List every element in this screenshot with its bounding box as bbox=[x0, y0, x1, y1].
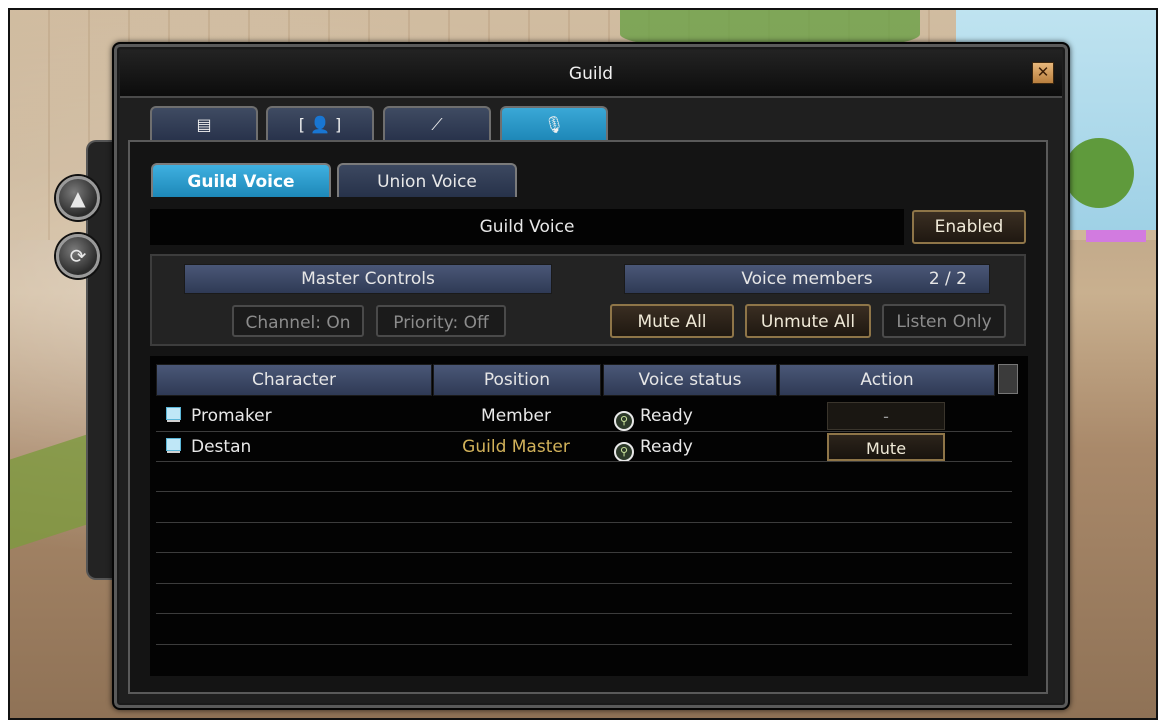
character-name: Promaker bbox=[191, 406, 272, 426]
action-button[interactable]: - bbox=[827, 402, 945, 430]
voice-status: ⚲ Ready bbox=[614, 401, 693, 431]
voice-members-count: 2 / 2 bbox=[928, 269, 967, 289]
background-flowers bbox=[1086, 230, 1146, 242]
guild-info-icon: ▤ bbox=[196, 115, 212, 134]
row-divider bbox=[156, 491, 1012, 492]
voice-channel-label: Guild Voice bbox=[479, 217, 575, 237]
tab-members[interactable]: [ 👤 ] bbox=[266, 106, 374, 142]
unmute-all-button[interactable]: Unmute All bbox=[745, 304, 871, 338]
close-icon[interactable]: ✕ bbox=[1032, 62, 1054, 84]
voice-channel-bar: Guild Voice bbox=[150, 209, 904, 245]
microphone-icon: ⚲ bbox=[614, 411, 634, 431]
tab-guild-voice[interactable]: Guild Voice bbox=[151, 163, 331, 197]
mute-button[interactable]: Mute bbox=[827, 433, 945, 461]
member-list-icon: [ 👤 ] bbox=[298, 115, 342, 134]
battle-icon: ⟋ bbox=[431, 115, 443, 134]
enabled-button[interactable]: Enabled bbox=[912, 210, 1026, 244]
window-title: Guild bbox=[568, 64, 614, 84]
scrollbar[interactable] bbox=[998, 364, 1018, 394]
arrow-up-icon[interactable]: ▲ bbox=[56, 176, 100, 220]
refresh-icon[interactable]: ⟳ bbox=[56, 234, 100, 278]
tab-battle[interactable]: ⟋ bbox=[383, 106, 491, 142]
column-header-position[interactable]: Position bbox=[433, 364, 601, 396]
row-divider bbox=[156, 522, 1012, 523]
voice-members-header: Voice members 2 / 2 bbox=[624, 264, 990, 294]
column-header-action[interactable]: Action bbox=[779, 364, 995, 396]
mute-all-button[interactable]: Mute All bbox=[610, 304, 734, 338]
row-divider bbox=[156, 613, 1012, 614]
computer-icon bbox=[166, 438, 181, 451]
tab-voice[interactable]: 🎙 bbox=[500, 106, 608, 142]
microphone-icon: 🎙 bbox=[543, 115, 565, 134]
row-divider bbox=[156, 552, 1012, 553]
master-controls-header: Master Controls bbox=[184, 264, 552, 294]
table-row[interactable]: Destan bbox=[166, 432, 251, 462]
microphone-icon: ⚲ bbox=[614, 442, 634, 462]
tab-union-voice[interactable]: Union Voice bbox=[337, 163, 517, 197]
background-tree bbox=[1064, 138, 1134, 208]
title-bar[interactable]: Guild ✕ bbox=[120, 50, 1062, 98]
table-row[interactable]: Promaker bbox=[166, 401, 272, 431]
computer-icon bbox=[166, 407, 181, 420]
member-position: Member bbox=[481, 406, 551, 426]
channel-on-button[interactable]: Channel: On bbox=[232, 305, 364, 337]
voice-status-text: Ready bbox=[640, 437, 693, 457]
row-divider bbox=[156, 461, 1012, 462]
row-divider bbox=[156, 583, 1012, 584]
listen-only-button[interactable]: Listen Only bbox=[882, 304, 1006, 338]
voice-status-text: Ready bbox=[640, 406, 693, 426]
priority-off-button[interactable]: Priority: Off bbox=[376, 305, 506, 337]
character-name: Destan bbox=[191, 437, 252, 457]
voice-members-label: Voice members bbox=[741, 269, 873, 289]
voice-status: ⚲ Ready bbox=[614, 432, 693, 462]
column-header-voice-status[interactable]: Voice status bbox=[603, 364, 777, 396]
row-divider bbox=[156, 644, 1012, 645]
tab-guild-info[interactable]: ▤ bbox=[150, 106, 258, 142]
member-position: Guild Master bbox=[462, 437, 570, 457]
column-header-character[interactable]: Character bbox=[156, 364, 432, 396]
